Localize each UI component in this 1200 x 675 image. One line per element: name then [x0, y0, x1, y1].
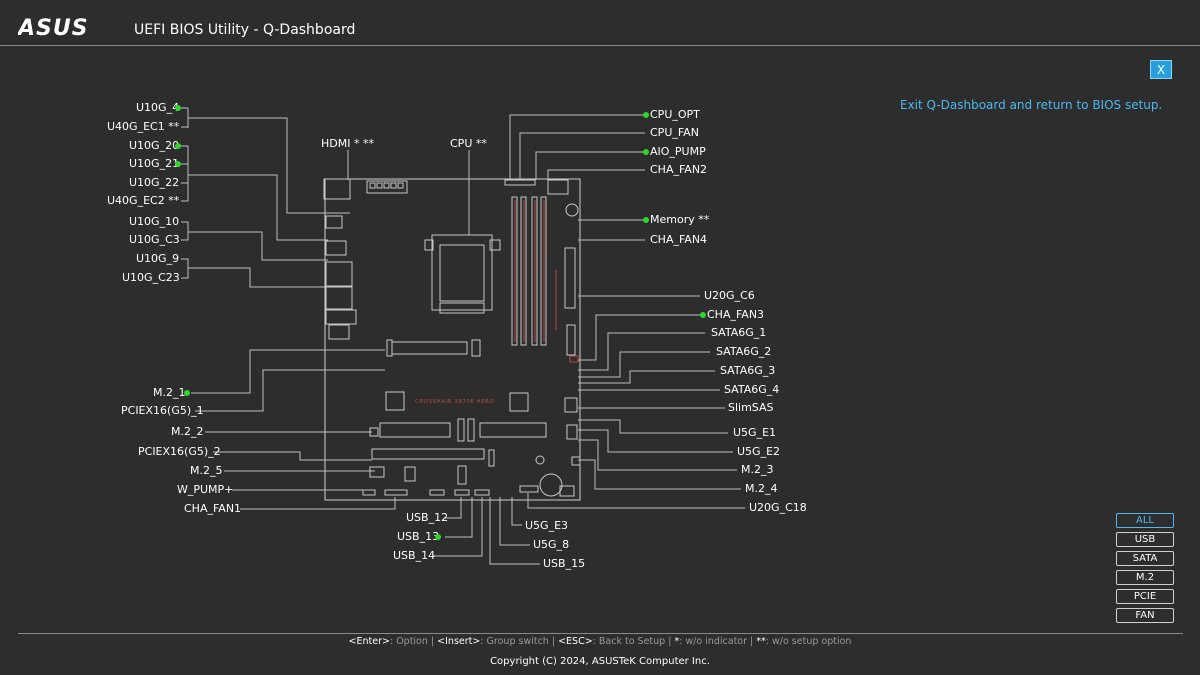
board-silkscreen: CROSSHAIR X870E HERO [415, 399, 494, 405]
hint-insert-desc: : Group switch [480, 636, 549, 647]
memory-label[interactable]: Memory ** [650, 213, 709, 227]
cpu-opt-indicator [643, 112, 649, 118]
m2-3-label[interactable]: M.2_3 [741, 463, 773, 477]
u10g-20-indicator [175, 143, 181, 149]
pciex16-g5-1-label[interactable]: PCIEX16(G5)_1 [121, 404, 204, 418]
m2-4-label[interactable]: M.2_4 [745, 482, 777, 496]
aio-pump-indicator [643, 149, 649, 155]
u20g-c6-label[interactable]: U20G_C6 [704, 289, 755, 303]
u10g-10-label[interactable]: U10G_10 [129, 215, 179, 229]
filter-usb-button[interactable]: USB [1116, 532, 1174, 547]
sata6g-4-label[interactable]: SATA6G_4 [724, 383, 779, 397]
u20g-c18-label[interactable]: U20G_C18 [749, 501, 807, 515]
sata6g-2-label[interactable]: SATA6G_2 [716, 345, 771, 359]
key-hints: <Enter>: Option | <Insert>: Group switch… [0, 636, 1200, 647]
filter-all-button[interactable]: ALL [1116, 513, 1174, 528]
w-pump-label[interactable]: W_PUMP+ [177, 483, 233, 497]
copyright-text: Copyright (C) 2024, ASUSTeK Computer Inc… [490, 656, 710, 667]
u10g-c23-label[interactable]: U10G_C23 [122, 271, 180, 285]
memory-indicator [643, 217, 649, 223]
board-outline [323, 178, 581, 501]
hint-insert-key: <Insert> [437, 636, 481, 647]
hint-esc-key: <ESC> [558, 636, 593, 647]
hint-separator: | [747, 636, 757, 647]
u10g-4-label[interactable]: U10G_4 [136, 101, 179, 115]
m2-2-label[interactable]: M.2_2 [171, 425, 203, 439]
u10g-20-label[interactable]: U10G_20 [129, 139, 179, 153]
hint-dstar-key: ** [756, 636, 766, 647]
hint-enter-desc: : Option [389, 636, 428, 647]
u10g-9-label[interactable]: U10G_9 [136, 252, 179, 266]
hint-esc-desc: : Back to Setup [592, 636, 666, 647]
hint-dstar-desc: : w/o setup option [765, 636, 852, 647]
u10g-21-label[interactable]: U10G_21 [129, 157, 179, 171]
u40g-ec2-label[interactable]: U40G_EC2 ** [107, 194, 179, 208]
sata6g-1-label[interactable]: SATA6G_1 [711, 326, 766, 340]
filter-sata-button[interactable]: SATA [1116, 551, 1174, 566]
hdmi-label[interactable]: HDMI * ** [321, 137, 374, 151]
u10g-21-indicator [175, 161, 181, 167]
filter-fan-button[interactable]: FAN [1116, 608, 1174, 623]
u10g-22-label[interactable]: U10G_22 [129, 176, 179, 190]
cha-fan2-label[interactable]: CHA_FAN2 [650, 163, 707, 177]
u5g-e1-label[interactable]: U5G_E1 [733, 426, 776, 440]
cha-fan3-label[interactable]: CHA_FAN3 [707, 308, 764, 322]
u10g-c3-label[interactable]: U10G_C3 [129, 233, 180, 247]
usb-12-label[interactable]: USB_12 [406, 511, 448, 525]
cpu-label[interactable]: CPU ** [450, 137, 487, 151]
usb-13-label[interactable]: USB_13 [397, 530, 439, 544]
u10g-4-indicator [175, 105, 181, 111]
motherboard-diagram: CROSSHAIR X870E HERO [181, 107, 745, 565]
cpu-fan-label[interactable]: CPU_FAN [650, 126, 699, 140]
u5g-8-label[interactable]: U5G_8 [533, 538, 569, 552]
filter-pcie-button[interactable]: PCIE [1116, 589, 1174, 604]
u40g-ec1-label[interactable]: U40G_EC1 ** [107, 120, 179, 134]
hint-star-desc: : w/o indicator [679, 636, 748, 647]
hint-enter-key: <Enter> [348, 636, 390, 647]
sata6g-3-label[interactable]: SATA6G_3 [720, 364, 775, 378]
filter-m2-button[interactable]: M.2 [1116, 570, 1174, 585]
cpu-opt-label[interactable]: CPU_OPT [650, 108, 700, 122]
m2-1-indicator [184, 390, 190, 396]
usb-13-indicator [435, 534, 441, 540]
m2-5-label[interactable]: M.2_5 [190, 464, 222, 478]
hint-separator: | [427, 636, 438, 647]
m2-1-label[interactable]: M.2_1 [153, 386, 185, 400]
u5g-e3-label[interactable]: U5G_E3 [525, 519, 568, 533]
cha-fan4-label[interactable]: CHA_FAN4 [650, 233, 707, 247]
slimsas-label[interactable]: SlimSAS [728, 401, 774, 415]
aio-pump-label[interactable]: AIO_PUMP [650, 145, 706, 159]
usb-14-label[interactable]: USB_14 [393, 549, 435, 563]
cha-fan3-indicator [700, 312, 706, 318]
footer-divider [18, 633, 1183, 634]
pciex16-g5-2-label[interactable]: PCIEX16(G5)_2 [138, 445, 221, 459]
u5g-e2-label[interactable]: U5G_E2 [737, 445, 780, 459]
hint-separator: | [548, 636, 559, 647]
usb-15-label[interactable]: USB_15 [543, 557, 585, 571]
cha-fan1-label[interactable]: CHA_FAN1 [184, 502, 241, 516]
